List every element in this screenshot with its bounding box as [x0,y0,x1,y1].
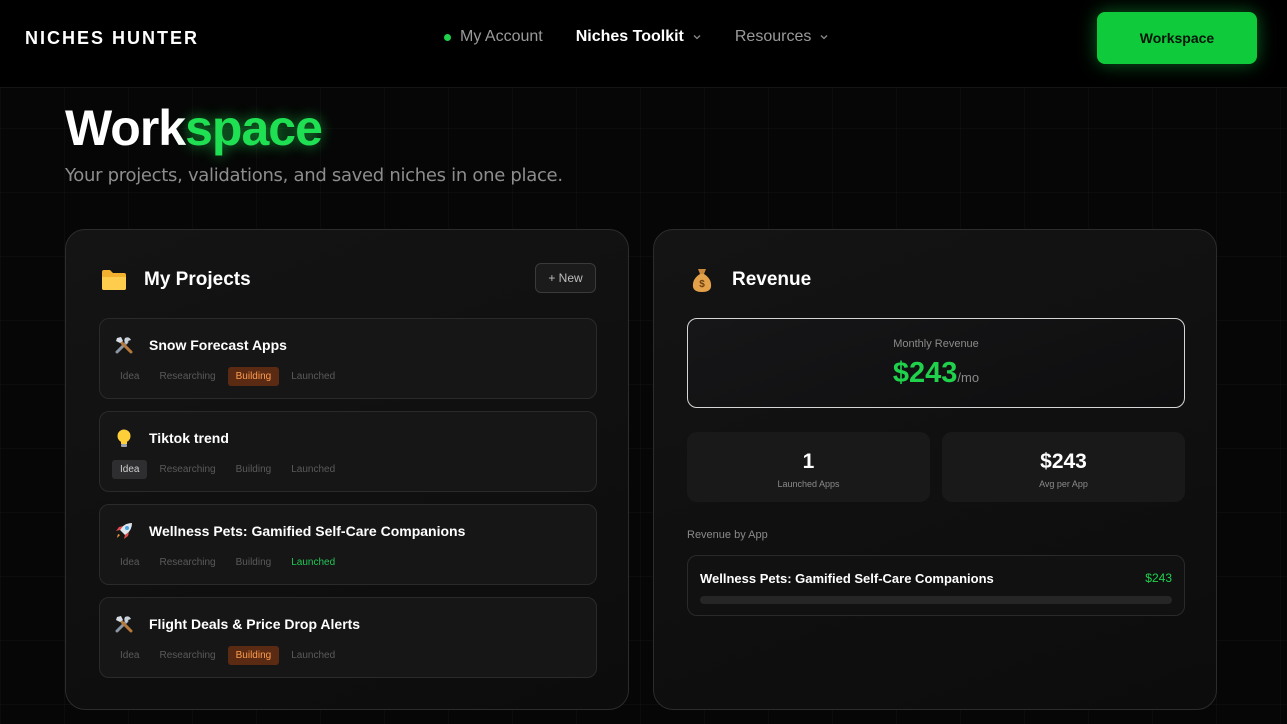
stage-researching[interactable]: Researching [151,553,223,572]
chevron-down-icon [820,35,828,40]
stage-idea[interactable]: Idea [112,646,147,665]
nav-links: My Account Niches Toolkit Resources [444,28,829,46]
stage-idea[interactable]: Idea [112,553,147,572]
stage-researching[interactable]: Researching [151,367,223,386]
status-dot-icon [444,33,451,41]
stage-building[interactable]: Building [227,367,280,386]
stat-label: Avg per App [1039,479,1088,489]
stage-idea[interactable]: Idea [112,460,148,479]
page-title: Workspace [65,98,323,158]
top-navbar: NICHES HUNTER My Account Niches Toolkit … [0,0,1287,88]
project-card[interactable]: Snow Forecast Apps Idea Researching Buil… [99,318,597,399]
project-name: Flight Deals & Price Drop Alerts [149,616,361,632]
new-project-button[interactable]: + New [535,263,596,293]
projects-title: My Projects [144,269,251,290]
page-title-highlight: space [185,100,323,156]
stage-researching[interactable]: Researching [151,646,223,665]
chevron-down-icon [693,35,701,40]
folder-icon [100,266,128,294]
monthly-revenue-amount: $243 [892,357,958,389]
project-card[interactable]: Tiktok trend Idea Researching Building L… [99,411,597,492]
stage-building[interactable]: Building [228,460,280,479]
nav-resources-label: Resources [734,28,812,45]
project-name: Snow Forecast Apps [149,337,287,353]
stage-pills: Idea Researching Building Launched [112,367,347,386]
page-subtitle: Your projects, validations, and saved ni… [65,165,563,186]
revenue-bar-track [700,596,1172,604]
stage-launched[interactable]: Launched [283,553,343,572]
stage-idea[interactable]: Idea [112,367,147,386]
launched-apps-stat: 1 Launched Apps [687,432,930,502]
project-card[interactable]: Wellness Pets: Gamified Self-Care Compan… [99,504,597,585]
my-projects-panel: My Projects + New Snow Forecast Apps Ide… [65,229,629,710]
revenue-bar-fill [700,596,1172,604]
project-list: Snow Forecast Apps Idea Researching Buil… [99,318,597,690]
app-revenue: $243 [1145,571,1172,585]
rocket-icon [114,521,134,541]
revenue-by-app-label: Revenue by App [687,529,768,541]
tools-icon [114,614,134,634]
revenue-by-app-item: Wellness Pets: Gamified Self-Care Compan… [687,555,1185,616]
revenue-title: Revenue [732,269,812,290]
stage-researching[interactable]: Researching [151,460,223,479]
projects-header: My Projects [100,266,251,294]
monthly-revenue-label: Monthly Revenue [893,338,979,350]
app-name: Wellness Pets: Gamified Self-Care Compan… [700,571,994,586]
money-bag-icon: $ [688,266,716,294]
revenue-panel: $ Revenue Monthly Revenue $243/mo 1 Laun… [653,229,1217,710]
tools-icon [114,335,134,355]
stat-value: 1 [802,450,815,473]
stat-label: Launched Apps [777,479,840,489]
nav-niches-toolkit-label: Niches Toolkit [575,28,684,45]
svg-text:$: $ [699,279,705,290]
brand-logo[interactable]: NICHES HUNTER [25,28,199,49]
stage-pills: Idea Researching Building Launched [112,460,347,479]
avg-per-app-stat: $243 Avg per App [942,432,1185,502]
stage-launched[interactable]: Launched [283,460,343,479]
stat-value: $243 [1040,450,1087,473]
nav-my-account-label: My Account [460,28,543,45]
stage-pills: Idea Researching Building Launched [112,553,347,572]
nav-my-account[interactable]: My Account [444,28,543,46]
stage-pills: Idea Researching Building Launched [112,646,347,665]
project-card[interactable]: Flight Deals & Price Drop Alerts Idea Re… [99,597,597,678]
monthly-revenue-value: $243/mo [688,357,1184,390]
nav-niches-toolkit[interactable]: Niches Toolkit [576,28,702,46]
nav-resources[interactable]: Resources [735,28,829,46]
monthly-revenue-suffix: /mo [957,370,980,385]
stage-building[interactable]: Building [227,646,280,665]
lightbulb-icon [114,428,134,448]
revenue-header: $ Revenue [688,266,811,294]
stage-building[interactable]: Building [228,553,280,572]
project-name: Wellness Pets: Gamified Self-Care Compan… [149,523,466,539]
project-name: Tiktok trend [149,430,229,446]
page-title-part1: Work [65,100,186,156]
monthly-revenue-card: Monthly Revenue $243/mo [687,318,1185,408]
stage-launched[interactable]: Launched [283,367,343,386]
stage-launched[interactable]: Launched [283,646,343,665]
workspace-button[interactable]: Workspace [1097,12,1257,64]
